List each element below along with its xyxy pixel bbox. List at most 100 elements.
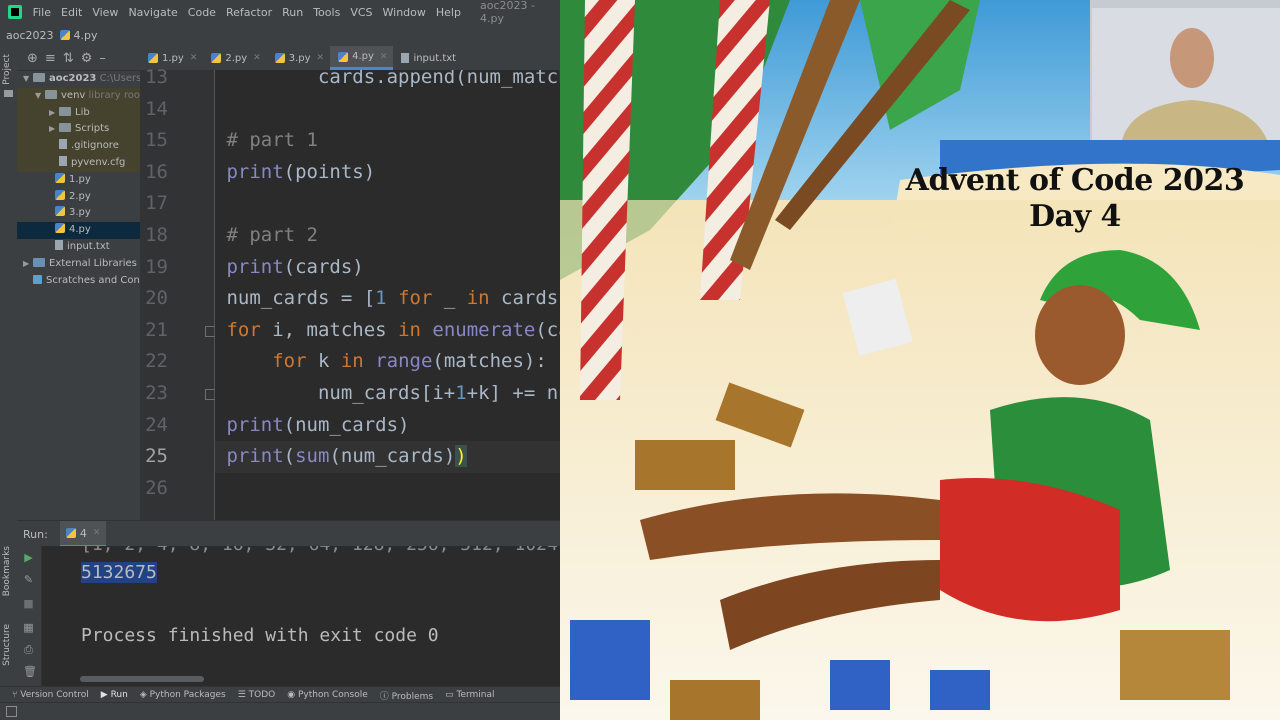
menu-tools[interactable]: Tools [308, 6, 345, 19]
folder-icon [45, 89, 57, 99]
tab-input-txt[interactable]: input.txt [393, 46, 462, 70]
print-icon[interactable]: ⎙ [23, 644, 34, 655]
menu-run[interactable]: Run [277, 6, 308, 19]
line-number: 18 [145, 224, 168, 246]
chevron-right-icon: ▶ [23, 258, 30, 268]
expand-all-icon[interactable]: ≡ [45, 51, 56, 66]
run-tab-4[interactable]: 4 ✕ [59, 521, 107, 547]
breadcrumb-file[interactable]: 4.py [59, 29, 98, 42]
code-line[interactable] [215, 473, 560, 505]
line-number: 19 [145, 255, 168, 278]
python-file-icon [55, 189, 65, 200]
console-result: 5132675 [81, 562, 157, 583]
menu-vcs[interactable]: VCS [345, 6, 377, 19]
panel-toggle-icon[interactable] [6, 706, 17, 717]
menu-refactor[interactable]: Refactor [221, 6, 277, 19]
code-line[interactable] [215, 94, 560, 126]
python-file-icon [55, 206, 65, 217]
code-line[interactable] [215, 188, 560, 220]
code-line[interactable]: print(cards) [215, 252, 560, 284]
tree-item-scripts[interactable]: ▶ Scripts [17, 121, 140, 139]
breadcrumb-project[interactable]: aoc2023 [6, 29, 54, 42]
close-icon[interactable]: ✕ [253, 53, 261, 63]
code-line[interactable]: for k in range(matches): [215, 346, 560, 378]
code-line[interactable]: num_cards = [1 for _ in cards] [215, 283, 560, 315]
code-line[interactable]: # part 1 [215, 125, 560, 157]
code-line[interactable]: # part 2 [215, 220, 560, 252]
project-tool-tab[interactable]: Project [2, 54, 12, 85]
tool-version-control[interactable]: ⑂ Version Control [12, 690, 89, 700]
line-number: 24 [145, 413, 168, 436]
close-icon[interactable]: ✕ [317, 53, 325, 63]
menu-window[interactable]: Window [378, 6, 431, 19]
tree-item-venv[interactable]: ▼ venv library roo [17, 87, 140, 105]
tree-item-pyvenv[interactable]: pyvenv.cfg [17, 154, 140, 172]
code-line[interactable]: print(points) [215, 157, 560, 189]
menu-help[interactable]: Help [431, 6, 466, 19]
close-icon[interactable]: ✕ [190, 53, 198, 63]
gear-icon[interactable]: ⚙ [81, 51, 93, 66]
menu-edit[interactable]: Edit [56, 6, 87, 19]
target-icon[interactable]: ⊕ [27, 51, 38, 66]
code-line[interactable]: print(num_cards) [215, 410, 560, 442]
pycharm-logo-icon [8, 5, 22, 19]
tree-item-input[interactable]: input.txt [17, 239, 140, 256]
menu-code[interactable]: Code [183, 6, 221, 19]
tool-python-packages[interactable]: ◈ Python Packages [140, 690, 226, 700]
code-line[interactable]: for i, matches in enumerate(ca [215, 315, 560, 347]
layout-icon[interactable]: ▦ [23, 622, 34, 633]
tab-2py[interactable]: 2.py ✕ [203, 46, 266, 70]
tab-3py[interactable]: 3.py ✕ [267, 46, 330, 70]
tool-terminal[interactable]: ▭ Terminal [445, 690, 494, 700]
trash-icon[interactable]: 🗑 [23, 666, 37, 677]
tree-item-gitignore[interactable]: .gitignore [17, 138, 140, 155]
title-line-2: Day 4 [1029, 199, 1121, 234]
tree-item-2py[interactable]: 2.py [17, 189, 140, 206]
code-line[interactable]: print(sum(num_cards)) [215, 441, 560, 473]
tool-todo[interactable]: ☰ TODO [238, 690, 276, 700]
tree-item-lib[interactable]: ▶ Lib [17, 104, 140, 122]
python-file-icon [55, 172, 65, 183]
structure-tool-tab[interactable]: Structure [2, 624, 12, 666]
python-file-icon [59, 29, 70, 40]
tool-problems[interactable]: ⓘ Problems [380, 689, 433, 702]
wrench-icon[interactable]: ✎ [23, 574, 34, 585]
code-line[interactable]: cards.append(num_match [215, 70, 560, 94]
project-panel: ⊕ ≡ ⇅ ⚙ – ▼aoc2023 C:\Users\ ▼venv libra… [17, 46, 140, 520]
tree-item-scratches[interactable]: Scratches and Conso [17, 273, 140, 290]
left-tool-strip: Project Bookmarks Structure [0, 46, 18, 686]
close-icon[interactable]: ✕ [380, 52, 388, 62]
chevron-right-icon: ▶ [49, 124, 56, 134]
horizontal-scrollbar[interactable] [80, 676, 204, 682]
tree-item-3py[interactable]: 3.py [17, 205, 140, 222]
text-file-icon [401, 53, 410, 63]
close-icon[interactable]: ✕ [93, 528, 101, 538]
minimize-icon[interactable]: – [99, 51, 106, 66]
python-file-icon [65, 528, 76, 538]
line-number: 15 [145, 129, 168, 152]
run-console-output[interactable]: [1, 2, 4, 8, 16, 32, 64, 128, 256, 512, … [42, 546, 560, 686]
menu-view[interactable]: View [87, 6, 123, 19]
menu-file[interactable]: File [28, 6, 56, 19]
chevron-down-icon: ▼ [23, 74, 30, 83]
line-number: 25 [145, 445, 168, 468]
line-number: 23 [145, 382, 168, 404]
tree-item-aoc2023[interactable]: ▼aoc2023 C:\Users\ [17, 71, 140, 88]
tool-python-console[interactable]: ◉ Python Console [287, 690, 368, 700]
tree-item-external-libraries[interactable]: ▶ External Libraries [17, 256, 140, 273]
python-file-icon [338, 51, 349, 62]
bookmarks-tool-tab[interactable]: Bookmarks [2, 546, 12, 596]
python-file-icon [55, 223, 65, 234]
tool-run[interactable]: ▶ Run [101, 690, 128, 700]
rerun-icon[interactable]: ▶ [23, 552, 34, 563]
collapse-all-icon[interactable]: ⇅ [63, 51, 74, 66]
window-title: aoc2023 - 4.py [479, 0, 535, 25]
tab-4py[interactable]: 4.py ✕ [330, 46, 394, 70]
code-line[interactable]: num_cards[i+1+k] += nu [215, 378, 560, 410]
code-editor[interactable]: cards.append(num_match # part 1 print(po… [215, 70, 560, 520]
stop-icon[interactable]: ■ [23, 598, 34, 609]
file-icon [59, 155, 67, 166]
menu-navigate[interactable]: Navigate [123, 6, 182, 19]
tree-item-4py[interactable]: 4.py [17, 222, 140, 239]
tree-item-1py[interactable]: 1.py [17, 172, 140, 189]
